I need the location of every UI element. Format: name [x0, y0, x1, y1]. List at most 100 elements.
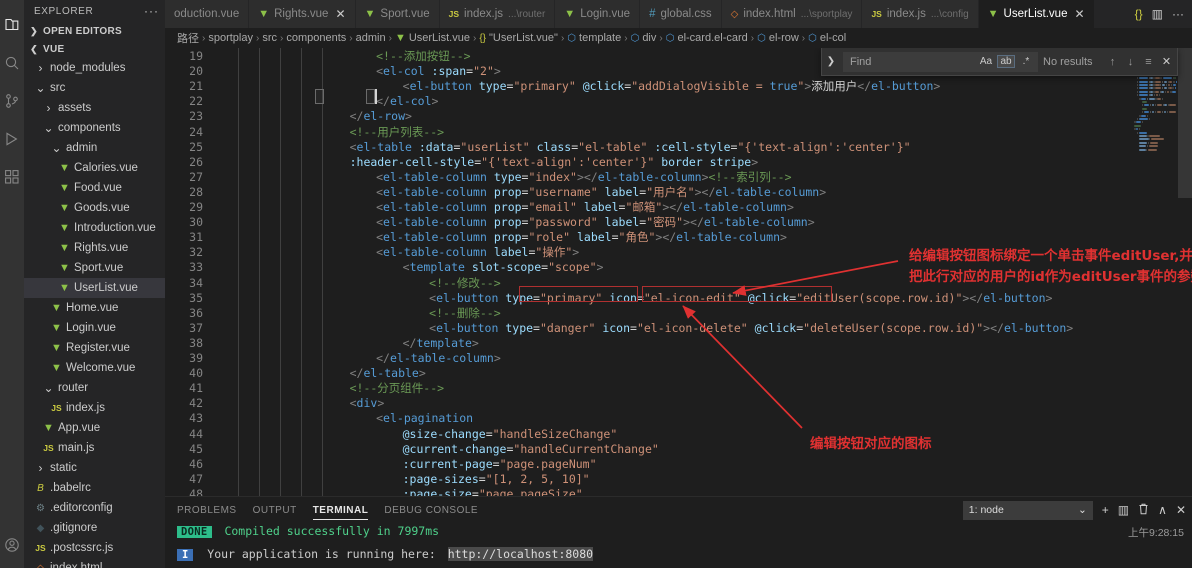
code-line[interactable]: <!--修改--> [429, 276, 500, 291]
scrollbar-thumb[interactable] [1178, 48, 1192, 198]
panel-tab-output[interactable]: OUTPUT [253, 497, 297, 523]
code-line[interactable]: <el-table-column prop="username" label="… [376, 185, 826, 200]
code-line[interactable]: <el-table-column label="操作"> [376, 245, 579, 260]
code-line[interactable]: <el-table-column prop="password" label="… [376, 215, 815, 230]
tree-item-index-html[interactable]: ◇index.html [24, 558, 165, 568]
tree-item-src[interactable]: ⌄ src [24, 78, 165, 98]
new-terminal-icon[interactable]: + [1102, 503, 1109, 517]
tab-close-icon[interactable]: ✕ [335, 7, 345, 21]
tree-item-sport-vue[interactable]: ▼ Sport.vue [24, 258, 165, 278]
source-control-icon[interactable] [0, 82, 24, 120]
code-line[interactable]: </el-table> [350, 366, 426, 381]
search-icon[interactable] [0, 44, 24, 82]
editor-tab-index-js[interactable]: JS index.js ...\config [862, 0, 979, 28]
code-line[interactable]: <el-button type="primary" @click="addDia… [403, 79, 941, 94]
kill-terminal-icon[interactable] [1138, 503, 1149, 518]
find-widget[interactable]: ❯ Find Aa ab .* No results ↑ ↓ ≡ ✕ [821, 48, 1178, 76]
maximize-panel-icon[interactable]: ∧ [1158, 503, 1167, 517]
tree-item-babelrc[interactable]: B .babelrc [24, 478, 165, 498]
tree-item-router[interactable]: ⌄ router [24, 378, 165, 398]
tree-item-app-vue[interactable]: ▼ App.vue [24, 418, 165, 438]
code-line[interactable]: </template> [403, 336, 479, 351]
toggle-replace-icon[interactable]: ❯ [824, 56, 838, 67]
tree-item-assets[interactable]: › assets [24, 98, 165, 118]
more-actions-icon[interactable]: ··· [1172, 7, 1184, 21]
breadcrumb-item[interactable]: 路径 [177, 30, 199, 46]
code-line[interactable]: <el-pagination [376, 411, 473, 426]
app-url-link[interactable]: http://localhost:8080 [447, 547, 594, 561]
editor-tab-global-css[interactable]: # global.css [640, 0, 722, 28]
tree-item-home-vue[interactable]: ▼ Home.vue [24, 298, 165, 318]
code-line[interactable]: <el-table-column prop="role" label="角色">… [376, 230, 787, 245]
tree-item-calories-vue[interactable]: ▼ Calories.vue [24, 158, 165, 178]
tree-item-editorconfig[interactable]: ⚙ .editorconfig [24, 498, 165, 518]
code-line[interactable]: <div> [350, 396, 385, 411]
tree-item-index-js[interactable]: JS index.js [24, 398, 165, 418]
code-line[interactable]: <!--添加按钮--> [376, 49, 470, 64]
editor-tab-index-js[interactable]: JS index.js ...\router [439, 0, 556, 28]
code-line[interactable]: <el-table-column type="index"></el-table… [376, 170, 791, 185]
tree-item-rights-vue[interactable]: ▼ Rights.vue [24, 238, 165, 258]
editor-tab-login-vue[interactable]: ▼ Login.vue [555, 0, 641, 28]
whole-word-icon[interactable]: ab [997, 55, 1015, 68]
code-line[interactable]: <template slot-scope="scope"> [403, 260, 604, 275]
terminal-selector[interactable]: 1: node ⌄ [962, 500, 1093, 520]
breadcrumb-item[interactable]: "UserList.vue" [489, 32, 558, 44]
minimap[interactable] [1120, 48, 1178, 496]
breadcrumb-item[interactable]: div [642, 32, 656, 44]
split-terminal-icon[interactable]: ▥ [1118, 503, 1129, 517]
code-line[interactable]: <el-button type="danger" icon="el-icon-d… [429, 321, 1073, 336]
match-case-icon[interactable]: Aa [978, 56, 994, 67]
code-line[interactable]: @current-change="handleCurrentChange" [403, 442, 659, 457]
editor-tab-userlist-vue[interactable]: ▼ UserList.vue ✕ [978, 0, 1095, 28]
tree-item-node-modules[interactable]: › node_modules [24, 58, 165, 78]
tree-item-login-vue[interactable]: ▼ Login.vue [24, 318, 165, 338]
section-vue[interactable]: ❮ VUE [24, 40, 165, 58]
editor-tab-sport-vue[interactable]: ▼ Sport.vue [355, 0, 440, 28]
code-line[interactable]: <el-button type="primary" icon="el-icon-… [429, 291, 1052, 306]
split-editor-icon[interactable]: ▥ [1152, 7, 1163, 21]
regex-icon[interactable]: .* [1018, 56, 1034, 67]
breadcrumb-item[interactable]: components [286, 32, 346, 44]
find-input[interactable]: Find Aa ab .* [843, 51, 1038, 72]
breadcrumb-item[interactable]: template [579, 32, 621, 44]
breadcrumb-item[interactable]: el-col [820, 32, 846, 44]
breadcrumb-item[interactable]: sportplay [208, 32, 253, 44]
tree-item-welcome-vue[interactable]: ▼ Welcome.vue [24, 358, 165, 378]
tree-item-register-vue[interactable]: ▼ Register.vue [24, 338, 165, 358]
tree-item-goods-vue[interactable]: ▼ Goods.vue [24, 198, 165, 218]
code-line[interactable]: <!--用户列表--> [350, 125, 444, 140]
code-line[interactable]: <el-table-column prop="email" label="邮箱"… [376, 200, 794, 215]
breadcrumb-item[interactable]: el-row [769, 32, 799, 44]
tree-item-admin[interactable]: ⌄ admin [24, 138, 165, 158]
tree-item-food-vue[interactable]: ▼ Food.vue [24, 178, 165, 198]
editor-tab-index-html[interactable]: ◇ index.html ...\sportplay [721, 0, 863, 28]
code-line[interactable]: @size-change="handleSizeChange" [403, 427, 618, 442]
panel-tab-terminal[interactable]: TERMINAL [312, 497, 369, 523]
run-debug-icon[interactable] [0, 120, 24, 158]
extensions-icon[interactable] [0, 158, 24, 196]
code-line[interactable]: </el-table-column> [376, 351, 501, 366]
tree-item-gitignore[interactable]: ◆ .gitignore [24, 518, 165, 538]
breadcrumb-item[interactable]: el-card.el-card [677, 32, 747, 44]
explorer-icon[interactable] [0, 6, 24, 44]
code-line[interactable]: <!--分页组件--> [350, 381, 444, 396]
panel-tab-debug-console[interactable]: DEBUG CONSOLE [384, 497, 478, 523]
editor-tab-rights-vue[interactable]: ▼ Rights.vue ✕ [249, 0, 356, 28]
json-actions-icon[interactable]: {} [1135, 7, 1143, 21]
tree-item-postcssrc-js[interactable]: JS .postcssrc.js [24, 538, 165, 558]
breadcrumb-item[interactable]: src [262, 32, 277, 44]
tree-item-components[interactable]: ⌄ components [24, 118, 165, 138]
code-line[interactable]: :page-size="page.pageSize" [403, 487, 583, 496]
explorer-more-icon[interactable]: ··· [144, 4, 159, 18]
code-line[interactable]: :header-cell-style="{'text-align':'cente… [350, 155, 759, 170]
find-next-icon[interactable]: ↓ [1124, 56, 1137, 68]
editor-tab-oduction-vue[interactable]: oduction.vue [165, 0, 250, 28]
tree-item-introduction-vue[interactable]: ▼ Introduction.vue [24, 218, 165, 238]
find-close-icon[interactable]: ✕ [1160, 55, 1173, 68]
code-editor[interactable]: 19 <!--添加按钮--> 20 <el-col :span="2"> 21 <el-b… [165, 48, 1192, 496]
code-line[interactable]: :page-sizes="[1, 2, 5, 10]" [403, 472, 590, 487]
breadcrumb-item[interactable]: admin [356, 32, 386, 44]
tree-item-main-js[interactable]: JS main.js [24, 438, 165, 458]
section-open-editors[interactable]: ❯ OPEN EDITORS [24, 23, 165, 41]
